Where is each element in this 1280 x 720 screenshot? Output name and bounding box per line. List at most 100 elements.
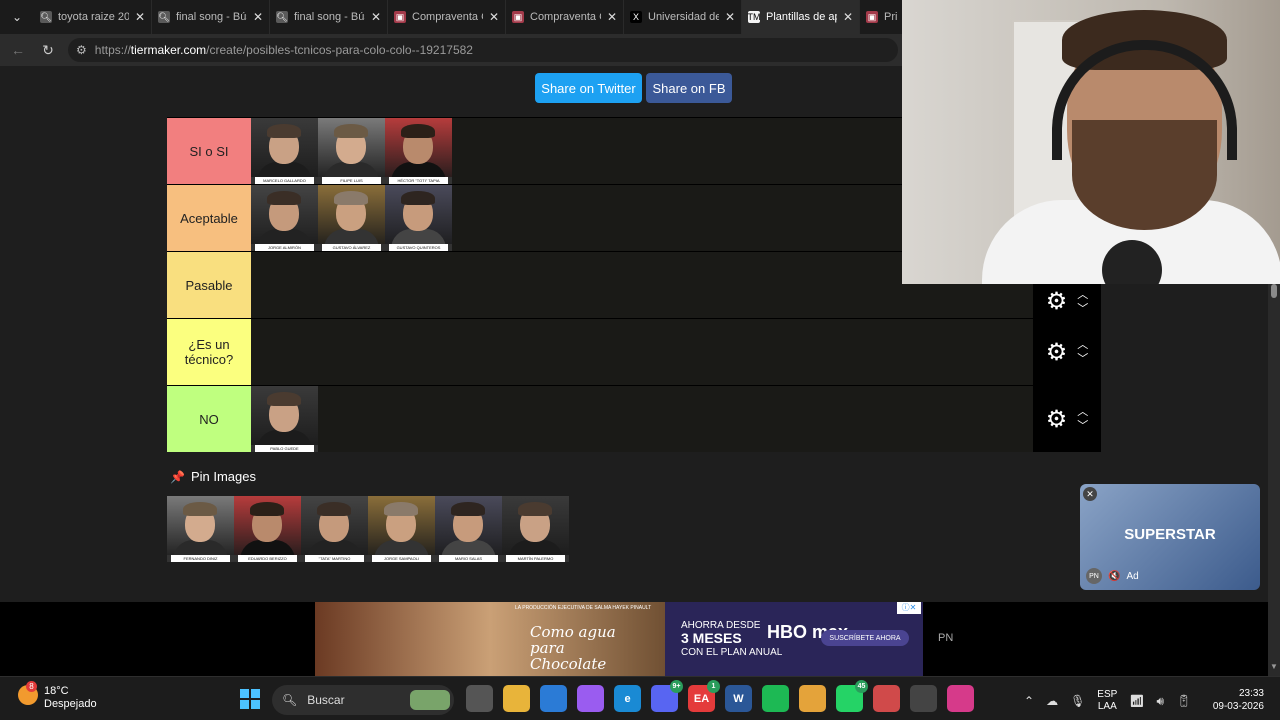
file-explorer-icon[interactable] (503, 685, 530, 712)
clock[interactable]: 23:33 09-03-2026 (1213, 687, 1264, 713)
tier-label[interactable]: Pasable (167, 252, 251, 318)
coach-card[interactable]: JORGE SAMPAOLI (368, 496, 435, 562)
chevron-up-icon[interactable]: ︿ (1077, 405, 1088, 419)
whatsapp-icon[interactable]: 45 (836, 680, 868, 712)
reload-icon[interactable]: ↻ (38, 42, 58, 59)
task-view-icon[interactable] (466, 685, 493, 712)
edge-icon[interactable]: e (614, 685, 641, 712)
search-icon: 🔍︎ (282, 693, 298, 707)
browser-tab[interactable]: TM Plantillas de apl ✕ (742, 0, 860, 34)
app-glyph: e (624, 692, 631, 705)
tier-label[interactable]: ¿Es un técnico? (167, 319, 251, 385)
close-tab-icon[interactable]: ✕ (489, 10, 499, 24)
browser-tab[interactable]: 🔍︎ toyota raize 202 ✕ (34, 0, 152, 34)
offer-line-3: CON EL PLAN ANUAL (681, 647, 783, 658)
pin-icon: 📌 (170, 469, 185, 484)
tab-list-chevron-icon[interactable]: ⌄ (0, 0, 34, 34)
battery-icon[interactable]: 🔋︎ (1176, 694, 1191, 708)
chevron-up-icon[interactable]: ︿ (1077, 288, 1088, 302)
app-badge: 9+ (670, 680, 683, 693)
share-fb-button[interactable]: Share on FB (646, 73, 732, 103)
search-favicon-icon: 🔍︎ (276, 11, 288, 23)
close-tab-icon[interactable]: ✕ (253, 10, 263, 24)
store-icon[interactable] (540, 685, 567, 712)
scroll-down-icon[interactable]: ▼ (1270, 662, 1278, 671)
gear-icon[interactable]: ⚙ (1046, 405, 1068, 434)
close-tab-icon[interactable]: ✕ (135, 10, 145, 24)
taskbar-search[interactable]: 🔍︎ Buscar (272, 685, 454, 715)
back-arrow-icon[interactable]: ← (8, 42, 28, 58)
banner-ad[interactable]: LA PRODUCCIÓN EJECUTIVA DE SALMA HAYEK P… (0, 602, 1268, 676)
spotify-icon[interactable] (762, 685, 789, 712)
chevron-down-icon[interactable]: ﹀ (1077, 352, 1088, 366)
scrollbar-thumb[interactable] (1271, 284, 1277, 298)
chevron-up-icon[interactable]: ⌃ (1024, 694, 1034, 708)
word-icon[interactable]: W (725, 685, 752, 712)
coach-card[interactable]: FERNANDO DINIZ (167, 496, 234, 562)
language-indicator[interactable]: ESP LAA (1097, 689, 1117, 713)
coach-card[interactable]: HÉCTOR "TOTI" TAPIA (385, 118, 452, 184)
tier-label[interactable]: NO (167, 386, 251, 452)
site-info-icon[interactable]: ⚙ (76, 43, 87, 57)
coach-card[interactable]: PABLO GUEDE (251, 386, 318, 452)
chevron-up-icon[interactable]: ︿ (1077, 338, 1088, 352)
coach-card[interactable]: EDUARDO BERIZZO (234, 496, 301, 562)
share-twitter-button[interactable]: Share on Twitter (535, 73, 642, 103)
hbo-max-ad[interactable]: AHORRA DESDE 3 MESES CON EL PLAN ANUAL H… (665, 602, 923, 676)
gear-icon[interactable]: ⚙ (1046, 287, 1068, 316)
ea-icon[interactable]: EA 1 (688, 680, 720, 712)
close-tab-icon[interactable]: ✕ (371, 10, 381, 24)
url-field[interactable]: ⚙ https://tiermaker.com/create/posibles-… (68, 38, 898, 62)
site-favicon-icon: ▣ (512, 11, 524, 23)
close-tab-icon[interactable]: ✕ (725, 10, 735, 24)
site-favicon-icon: ▣ (394, 11, 406, 23)
close-icon[interactable]: ✕ (1083, 487, 1097, 501)
chrome-icon[interactable] (799, 685, 826, 712)
mute-icon[interactable]: 🔇 (1108, 571, 1120, 582)
close-tab-icon[interactable]: ✕ (843, 10, 853, 24)
subscribe-button[interactable]: SUSCRÍBETE AHORA (821, 630, 909, 646)
coach-card[interactable]: FILIPE LUIS (318, 118, 385, 184)
video-ad-text: SUPERSTAR (1124, 526, 1216, 543)
gear-icon[interactable]: ⚙ (1046, 338, 1068, 367)
windows-start-icon[interactable] (240, 689, 260, 709)
tier-items[interactable] (251, 319, 1033, 385)
coach-card[interactable]: GUSTAVO ÁLVAREZ (318, 185, 385, 251)
tier-label[interactable]: Aceptable (167, 185, 251, 251)
volume-icon[interactable]: 🔊︎ (1157, 694, 1165, 709)
tiermaker-favicon-icon: TM (747, 11, 761, 23)
onedrive-icon[interactable]: ☁ (1046, 694, 1058, 708)
weather-widget[interactable]: 8 18°C Despejado (18, 681, 97, 711)
coach-name: GUSTAVO ÁLVAREZ (318, 244, 385, 251)
video-ad[interactable]: ✕ SUPERSTAR PN 🔇 Ad (1080, 484, 1260, 590)
browser-tab[interactable]: X Universidad de ✕ (624, 0, 742, 34)
tab-title: final song - Bús (176, 11, 247, 23)
browser-tab[interactable]: 🔍︎ final song - Bús ✕ (270, 0, 388, 34)
tier-items[interactable]: PABLO GUEDE (251, 386, 1033, 452)
browser-tab[interactable]: 🔍︎ final song - Bús ✕ (152, 0, 270, 34)
tier-label[interactable]: SI o SI (167, 118, 251, 184)
wifi-icon[interactable]: 📶︎ (1129, 694, 1144, 708)
site-favicon-icon: ▣ (866, 11, 878, 23)
obs-icon[interactable] (910, 685, 937, 712)
ad-choices-icon[interactable]: ⓘ✕ (897, 602, 921, 614)
taskbar-apps: e 9+ EA 1 W 45 (466, 680, 974, 712)
discord-icon[interactable]: 9+ (651, 680, 683, 712)
instagram-icon[interactable] (947, 685, 974, 712)
coach-card[interactable]: MARCELO GALLARDO (251, 118, 318, 184)
coach-card[interactable]: GUSTAVO QUINTEROS (385, 185, 452, 251)
banner-ad-image[interactable]: LA PRODUCCIÓN EJECUTIVA DE SALMA HAYEK P… (315, 602, 665, 676)
coach-card[interactable]: MARTÍN PALERMO (502, 496, 569, 562)
browser-tab[interactable]: ▣ Compraventa G ✕ (388, 0, 506, 34)
snipping-icon[interactable] (873, 685, 900, 712)
chevron-down-icon[interactable]: ﹀ (1077, 419, 1088, 433)
browser-tab[interactable]: ▣ Compraventa G ✕ (506, 0, 624, 34)
microphone-icon[interactable]: 🎙︎ (1070, 694, 1085, 708)
coach-card[interactable]: JORGE ALMIRÓN (251, 185, 318, 251)
coach-card[interactable]: "TATA" MARTINO (301, 496, 368, 562)
tab-title: final song - Bús (294, 11, 365, 23)
coach-card[interactable]: MARIO SALAS (435, 496, 502, 562)
copilot-icon[interactable] (577, 685, 604, 712)
chevron-down-icon[interactable]: ﹀ (1077, 302, 1088, 316)
close-tab-icon[interactable]: ✕ (607, 10, 617, 24)
